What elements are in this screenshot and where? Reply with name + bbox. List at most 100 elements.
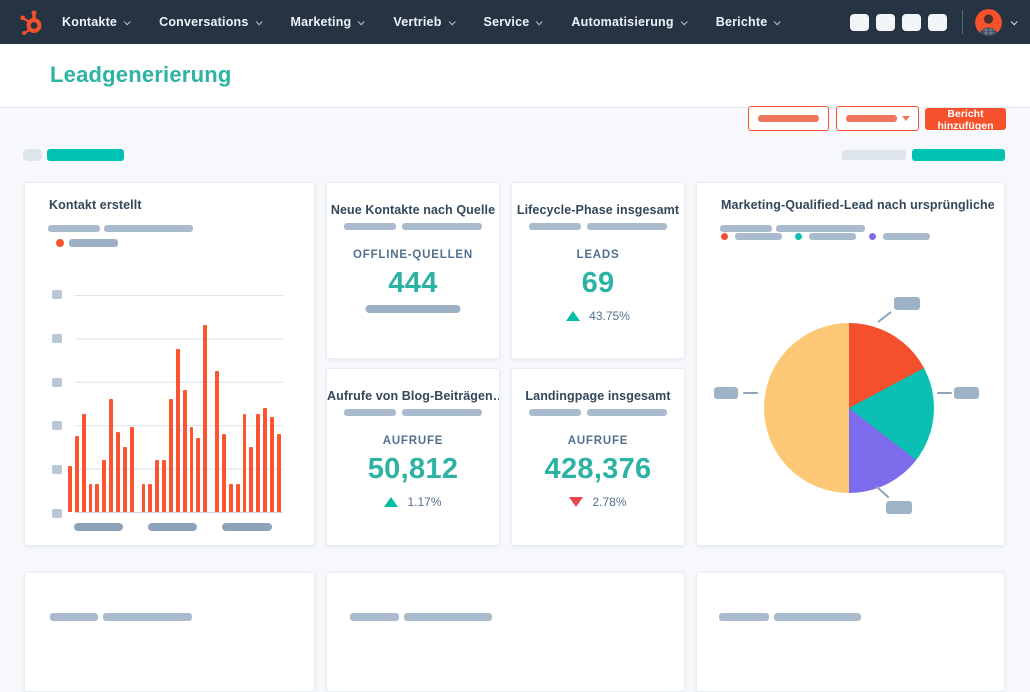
card-title: Lifecycle-Phase insgesamt: [516, 203, 680, 217]
bar: [129, 427, 134, 512]
bar: [175, 349, 180, 512]
bar: [249, 446, 254, 512]
card-title: Landingpage insgesamt: [525, 389, 671, 403]
nav-item-service[interactable]: Service: [484, 15, 544, 29]
card-subtitle-placeholder: [48, 225, 100, 232]
filter-label-placeholder[interactable]: [47, 149, 124, 161]
hubspot-logo-icon[interactable]: [0, 9, 62, 35]
card-subtitle-placeholders: [327, 409, 499, 416]
bar: [222, 433, 226, 512]
nav-right-actions: [850, 8, 1030, 36]
pie-callout-line: [937, 392, 952, 394]
card-bottom-right: [696, 572, 1005, 692]
x-axis-label-placeholder: [74, 523, 123, 531]
card-contact-created: Kontakt erstellt: [24, 182, 315, 546]
card-landing-page-total: Landingpage insgesamt AUFRUFE 428,376 2.…: [511, 368, 685, 546]
trend-up-icon: [566, 311, 581, 321]
dashboard-dropdown-button[interactable]: [836, 106, 919, 131]
bar: [256, 414, 261, 512]
delta-value: 43.75%: [589, 309, 630, 323]
pie-legend-item: [869, 233, 930, 240]
legend-label-placeholder: [735, 233, 782, 240]
nav-item-vertrieb[interactable]: Vertrieb: [393, 15, 456, 29]
nav-quick-action-button-1[interactable]: [850, 13, 869, 31]
legend-label-placeholder: [883, 233, 930, 240]
nav-item-berichte[interactable]: Berichte: [716, 15, 782, 29]
kpi-label: OFFLINE-QUELLEN: [353, 249, 473, 261]
bar: [74, 436, 79, 512]
kpi-delta: 1.17%: [327, 495, 499, 509]
button-label-placeholder: [758, 115, 819, 122]
pie-callout-line: [877, 310, 892, 324]
kpi-value: 69: [581, 267, 615, 299]
nav-quick-action-button-4[interactable]: [928, 13, 947, 31]
nav-item-marketing[interactable]: Marketing: [291, 15, 366, 29]
card-subtitle-placeholder: [776, 225, 865, 232]
dashboard-page: Kontakte Conversations Marketing Vertrieb Se…: [0, 0, 1030, 692]
kpi-delta: 2.78%: [512, 495, 684, 509]
bar: [182, 390, 187, 512]
bar: [263, 407, 268, 512]
main-nav: Kontakte Conversations Marketing Vertrieb Se…: [62, 15, 782, 29]
chevron-down-icon: [123, 17, 131, 25]
bar: [109, 399, 114, 512]
bar: [270, 416, 274, 512]
kpi-label: LEADS: [576, 249, 620, 261]
pie-chart: [764, 323, 934, 493]
pie-callout-label-placeholder: [886, 501, 912, 514]
chevron-down-icon: [448, 17, 456, 25]
trend-down-icon: [569, 497, 584, 507]
card-lifecycle-total: Lifecycle-Phase insgesamt LEADS 69 43.75…: [511, 182, 685, 359]
card-title: Marketing-Qualified-Lead nach ursprüngli…: [721, 198, 994, 212]
chevron-down-icon: [536, 17, 544, 25]
filter-secondary-placeholder[interactable]: [842, 150, 906, 160]
kpi-value: 428,376: [544, 453, 652, 485]
filter-primary-placeholder[interactable]: [912, 149, 1005, 161]
dashboard-action-button[interactable]: [748, 106, 829, 131]
bar: [88, 483, 93, 512]
card-subtitle-placeholder: [774, 613, 861, 621]
card-new-contacts-by-source: Neue Kontakte nach Quelle OFFLINE-QUELLE…: [326, 182, 500, 359]
card-subtitle-placeholders: [327, 223, 499, 230]
kpi-label: AUFRUFE: [567, 435, 629, 447]
bar: [155, 459, 160, 512]
nav-item-kontakte[interactable]: Kontakte: [62, 15, 131, 29]
legend-dot-icon: [795, 233, 802, 240]
pie-callout-label-placeholder: [894, 297, 920, 310]
bar-chart-plot-area: [68, 295, 283, 513]
nav-item-conversations[interactable]: Conversations: [159, 15, 263, 29]
pie-callout-line: [743, 392, 758, 394]
bar: [235, 483, 240, 512]
bar: [141, 483, 146, 512]
delta-value: 1.17%: [407, 495, 442, 509]
chevron-down-icon: [255, 17, 263, 25]
page-header: Leadgenerierung Bericht hinzufügen: [0, 44, 1030, 132]
pie-callout-label-placeholder: [954, 387, 979, 399]
filter-toggle-placeholder[interactable]: [23, 149, 42, 161]
bar: [148, 483, 153, 512]
bar: [169, 399, 173, 512]
nav-item-automatisierung[interactable]: Automatisierung: [571, 15, 688, 29]
bar: [116, 431, 120, 512]
chevron-down-icon: [358, 17, 366, 25]
y-axis-tick-placeholders: [52, 290, 62, 518]
bar: [81, 414, 86, 512]
legend-dot-icon: [56, 239, 64, 247]
button-label-placeholder: [845, 115, 897, 122]
card-subtitle-placeholders: [512, 409, 684, 416]
bar: [215, 370, 220, 512]
nav-quick-action-button-3[interactable]: [902, 13, 921, 31]
add-report-button[interactable]: Bericht hinzufügen: [925, 108, 1006, 132]
kpi-value: 444: [388, 267, 438, 299]
card-subtitle-placeholder: [50, 613, 98, 621]
card-subtitle-placeholder: [104, 225, 193, 232]
user-avatar[interactable]: [975, 8, 1002, 36]
nav-quick-action-button-2[interactable]: [876, 13, 895, 31]
bar: [95, 483, 100, 512]
legend-label-placeholder: [809, 233, 856, 240]
card-subtitle-placeholder: [350, 613, 399, 621]
pie-legend: [721, 233, 930, 240]
bar: [189, 427, 194, 512]
account-menu-chevron-icon[interactable]: [1010, 17, 1018, 25]
top-navigation: Kontakte Conversations Marketing Vertrieb Se…: [0, 0, 1030, 44]
